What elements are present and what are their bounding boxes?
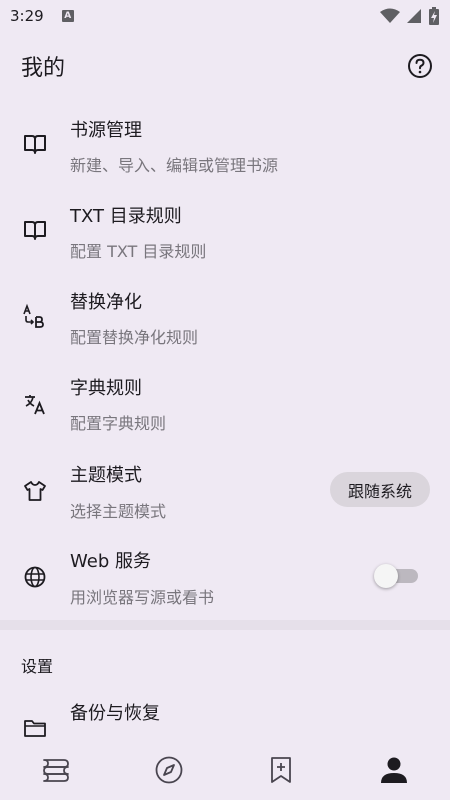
menu-item-title: TXT 目录规则: [70, 206, 182, 227]
status-bar: 3:29 A: [0, 0, 450, 32]
menu-item-subtitle: 配置 TXT 目录规则: [70, 242, 207, 261]
web-service-toggle[interactable]: [374, 563, 418, 589]
menu-item-subtitle: 配置字典规则: [70, 414, 167, 433]
menu-item-title: 书源管理: [70, 120, 142, 141]
folder-icon: [22, 715, 48, 740]
nav-my[interactable]: [338, 740, 450, 800]
globe-icon: [22, 564, 48, 590]
app-bar: 我的: [0, 40, 450, 92]
section-header-settings: 设置: [21, 657, 54, 676]
menu-item-subtitle: 配置替换净化规则: [70, 328, 199, 347]
bookmark-add-icon: [271, 757, 292, 783]
menu-item-title: 字典规则: [70, 378, 142, 399]
nav-bookmarks[interactable]: [225, 740, 338, 800]
menu-item-backup-restore[interactable]: 备份与恢复: [0, 688, 450, 740]
menu-item-title: 主题模式: [70, 465, 142, 486]
wifi-icon: [380, 8, 400, 23]
notification-badge: A: [61, 10, 74, 22]
theme-mode-selector[interactable]: 跟随系统: [330, 472, 430, 507]
help-button[interactable]: [406, 52, 434, 80]
tshirt-icon: [22, 478, 48, 504]
page-title: 我的: [21, 56, 66, 81]
nav-bookshelf[interactable]: [0, 740, 113, 800]
help-icon: [408, 54, 432, 78]
find-replace-icon: [22, 303, 48, 329]
status-time: 3:29: [10, 7, 44, 25]
person-icon: [380, 757, 407, 783]
menu-item-title: Web 服务: [70, 551, 151, 572]
book-open-icon: [22, 217, 48, 243]
menu-item-title: 备份与恢复: [70, 703, 160, 724]
signal-icon: [407, 9, 421, 23]
menu-item-replace-rules[interactable]: 替换净化 配置替换净化规则: [0, 278, 450, 364]
book-open-icon: [22, 131, 48, 157]
menu-item-subtitle: 新建、导入、编辑或管理书源: [70, 156, 279, 175]
menu-item-title: 替换净化: [70, 292, 142, 313]
compass-icon: [155, 756, 183, 784]
status-icons: [380, 7, 440, 25]
nav-explore[interactable]: [113, 740, 226, 800]
menu-item-txt-toc-rules[interactable]: TXT 目录规则 配置 TXT 目录规则: [0, 192, 450, 278]
bookshelf-icon: [43, 759, 70, 782]
section-divider: [0, 620, 450, 630]
menu-item-book-source[interactable]: 书源管理 新建、导入、编辑或管理书源: [0, 106, 450, 192]
bottom-navigation: [0, 740, 450, 800]
menu-item-dict-rules[interactable]: 字典规则 配置字典规则: [0, 364, 450, 450]
menu-item-subtitle: 选择主题模式: [70, 502, 167, 521]
battery-icon: [429, 7, 439, 25]
toggle-thumb: [374, 564, 398, 588]
menu-item-subtitle: 用浏览器写源或看书: [70, 588, 215, 607]
translate-icon: [22, 391, 48, 417]
